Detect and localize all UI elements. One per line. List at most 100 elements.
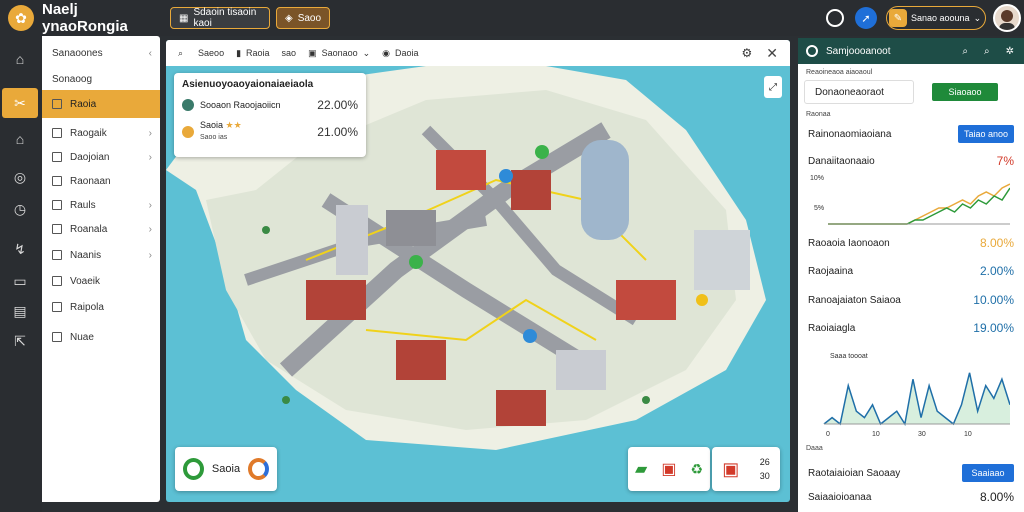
item-icon (52, 302, 62, 312)
settings-icon[interactable]: ⚙ (742, 46, 753, 60)
search-icon: ⌕ (178, 47, 184, 58)
map-toolbar: ⌕ Saeoo ▮ Raoia sao ▣ Saonaoo ⌄ ◉ Daoia ⚙ ✕ (166, 40, 790, 66)
mode-icon (182, 99, 194, 111)
stat-row-1: Sooaon Raoojaoiicn 22.00% (182, 98, 358, 112)
map-tool-5[interactable]: ◉ Daoia (382, 48, 418, 59)
settings-icon[interactable]: ✲ (1006, 46, 1014, 57)
item-icon (52, 152, 62, 162)
item-icon (52, 128, 62, 138)
stats-panel: Asienuoyoaoyaionaiaeiaola Sooaon Raoojao… (174, 73, 366, 157)
close-icon[interactable]: ✕ (766, 45, 778, 62)
toolbar-button-1[interactable]: ▦ Sdaoin tisaoin kaoi (170, 7, 270, 29)
collapse-icon[interactable]: ‹ (149, 48, 152, 59)
map-search[interactable]: ⌕ Saeoo (178, 48, 224, 59)
chevron-right-icon: › (148, 199, 152, 211)
search-icon[interactable]: ⌕ (962, 46, 968, 57)
share-icon[interactable]: ➚ (855, 7, 877, 29)
chart2-title: Saaa toooat (830, 353, 868, 360)
zoom-icon[interactable]: ⌕ (984, 46, 990, 57)
chevron-right-icon: › (148, 249, 152, 261)
right-panel-header: Samjoooanoot ⌕ ⌕ ✲ (798, 38, 1024, 64)
map-tool-2[interactable]: ▮ Raoia (236, 48, 269, 59)
building-icon[interactable]: ⌂ (9, 128, 31, 150)
sidebar-item-2[interactable]: Raogaik › (42, 122, 160, 144)
app-title: Naelj ynaoRongia (42, 1, 128, 35)
coin-icon (182, 125, 194, 138)
right-row-4: Raojaaina 2.00% (808, 264, 1014, 278)
map-legend-left: Saoia (175, 447, 277, 491)
refresh-icon[interactable] (826, 9, 844, 27)
sidebar-item-5[interactable]: Rauls › (42, 194, 160, 216)
chevron-right-icon: › (148, 151, 152, 163)
map-tool-4[interactable]: ▣ Saonaoo ⌄ (308, 48, 370, 59)
basket-icon: ▣ (722, 458, 740, 479)
chevron-down-icon: ⌄ (973, 12, 982, 23)
item-icon (52, 224, 62, 234)
sidebar-item-10[interactable]: Nuae (42, 326, 160, 348)
icon-rail: ⌂ ✂ ⌂ ◎ ◷ ↯ ▭ ▤ ⇱ (0, 36, 42, 512)
stats-title: Asienuoyoaoyaionaiaeiaola (182, 79, 314, 90)
chart1-ylabel-mid: 5% (814, 205, 824, 212)
trend-chart: 10% 5% (810, 175, 1010, 225)
pin-icon: ◉ (382, 47, 391, 58)
map-legend-vehicles: ▰ ▣ ♻ (628, 447, 710, 491)
profile-badge-icon: ✎ (889, 9, 907, 27)
right-row-3: Raoaoia Iaonoaon 8.00% (808, 236, 1014, 250)
sidebar-item-9[interactable]: Raipola (42, 296, 160, 318)
sidebar-item-3[interactable]: Daojoian › (42, 146, 160, 168)
sidebar-section: Sonaoog (52, 73, 93, 85)
item-icon (52, 176, 62, 186)
bottom-button[interactable]: Saaiaao (962, 464, 1014, 482)
sidebar-header: Sanaoones ‹ (52, 47, 152, 59)
tools-icon[interactable]: ✂ (2, 88, 38, 118)
filter-button[interactable]: Taiao anoo (958, 125, 1014, 143)
lock-icon: ▣ (308, 47, 317, 58)
avatar[interactable] (993, 4, 1021, 32)
target-icon (806, 45, 818, 57)
apply-button[interactable]: Siaoaoo (932, 83, 998, 101)
map-legend-counts: ▣ 26 30 (712, 447, 780, 491)
truck-icon: ▣ (661, 461, 677, 478)
chevron-right-icon: › (148, 223, 152, 235)
map-tool-3[interactable]: sao (282, 48, 297, 58)
window-icon[interactable]: ▭ (9, 270, 31, 292)
sidebar: Sanaoones ‹ Sonaoog Raoia Raogaik › Daojoia… (42, 36, 160, 502)
home-icon[interactable]: ⌂ (9, 48, 31, 70)
stat-row-2: Saoia ★★ Saoo ias 21.00% (182, 120, 358, 143)
item-icon (52, 276, 62, 286)
bottom-row-1: Raotaiaioian Saoaay Saaiaao (808, 464, 1014, 482)
bottom-row-2: Saiaaioioanaa 8.00% (808, 490, 1014, 504)
chart2-x-tick: 0 (826, 431, 830, 438)
item-icon (52, 99, 62, 109)
right-row-2: Danaiitaonaaio 7% (808, 154, 1014, 168)
city-map[interactable]: ⌕ Saeoo ▮ Raoia sao ▣ Saonaoo ⌄ ◉ Daoia ⚙ ✕ ⤢… (166, 40, 790, 502)
target-icon[interactable]: ◎ (9, 166, 31, 188)
sidebar-item-7[interactable]: Naanis › (42, 244, 160, 266)
sidebar-item-6[interactable]: Roanala › (42, 218, 160, 240)
rating-stars: ★★ (225, 120, 242, 130)
sidebar-item-8[interactable]: Voaeik (42, 270, 160, 292)
grid-icon: ▦ (179, 12, 189, 24)
toolbar-button-2[interactable]: ◈ Saoo (276, 7, 330, 29)
chevron-right-icon: › (148, 127, 152, 139)
sidebar-item-4[interactable]: Raonaan (42, 170, 160, 192)
chart2-x-tick: 10 (964, 431, 972, 438)
item-icon (52, 200, 62, 210)
recycle-icon: ♻ (690, 460, 703, 477)
ring-green-icon (183, 458, 204, 480)
sidebar-item-1[interactable]: Raoia (42, 90, 160, 118)
chart2-x-tick: 30 (918, 431, 926, 438)
app-logo-icon: ✿ (8, 5, 34, 31)
tag-icon: ◈ (285, 12, 293, 24)
right-row-5: Ranoajaiaton Saiaoa 10.00% (808, 293, 1014, 307)
export-icon[interactable]: ⇱ (9, 330, 31, 352)
user-menu[interactable]: ✎ Sanao aoouna ⌄ (886, 6, 986, 30)
right-panel: Samjoooanoot ⌕ ⌕ ✲ Reaoineaoa aiaoaoul D… (798, 38, 1024, 512)
chart1-ylabel-top: 10% (810, 175, 824, 182)
chart-icon[interactable]: ↯ (9, 238, 31, 260)
expand-icon[interactable]: ⤢ (764, 76, 782, 98)
search-field[interactable]: Donaoneaoraot (804, 80, 914, 104)
layers-icon[interactable]: ▤ (9, 300, 31, 322)
chart2-x-tick: 10 (872, 431, 880, 438)
clock-icon[interactable]: ◷ (9, 198, 31, 220)
